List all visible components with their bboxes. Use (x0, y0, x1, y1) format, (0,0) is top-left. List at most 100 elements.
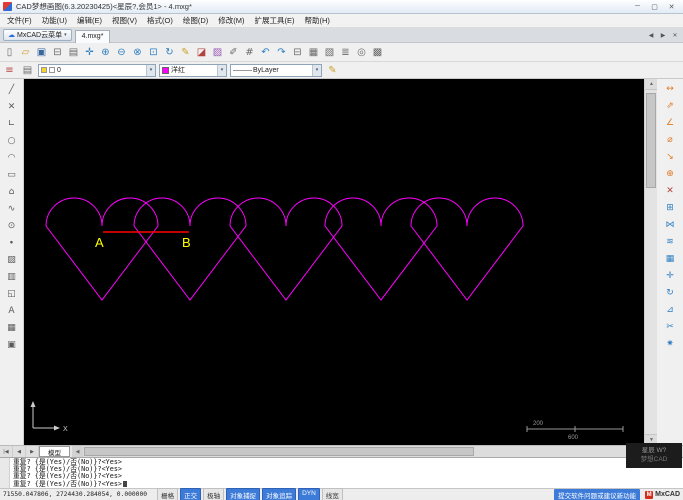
layout-icon[interactable]: ▧ (322, 45, 337, 60)
point-icon[interactable]: ∙ (3, 235, 20, 250)
doc-tab-active[interactable]: 4.mxg* (74, 29, 111, 43)
heart-entity[interactable] (410, 197, 524, 301)
pan-icon[interactable]: ✛ (82, 45, 97, 60)
horizontal-scrollbar[interactable]: ◀ ▶ (72, 446, 681, 457)
tab-close-button[interactable]: ✕ (669, 30, 681, 41)
color-select[interactable]: 洋红 ▾ (159, 63, 227, 77)
cloud-menu-button[interactable]: ☁ MxCAD云菜单 ▾ (3, 29, 72, 41)
grid-pattern-icon[interactable]: ▩ (370, 45, 385, 60)
menu-item[interactable]: 编辑(E) (72, 15, 107, 26)
print-icon[interactable]: ⊟ (290, 45, 305, 60)
line-icon[interactable]: ╱ (3, 82, 20, 97)
menu-item[interactable]: 修改(M) (213, 15, 249, 26)
new-file-icon[interactable]: ▯ (2, 45, 17, 60)
region-icon[interactable]: ◱ (3, 286, 20, 301)
zoom-in-icon[interactable]: ⊕ (98, 45, 113, 60)
edit-pencil-icon[interactable]: ✎ (325, 63, 340, 78)
menu-item[interactable]: 帮助(H) (300, 15, 335, 26)
arc-icon[interactable]: ◠ (3, 150, 20, 165)
color-palette-icon[interactable]: ▨ (210, 45, 225, 60)
status-toggle[interactable]: 对象捕捉 (226, 487, 261, 500)
copy-icon[interactable]: ⊞ (662, 200, 679, 215)
rectangle-icon[interactable]: ▭ (3, 167, 20, 182)
layout-nav-button[interactable]: ◀ (13, 446, 26, 457)
dim-radius-icon[interactable]: ⌀ (662, 132, 679, 147)
tab-model[interactable]: 模型 (39, 446, 70, 457)
layout-nav-button[interactable]: ▶ (26, 446, 39, 457)
erase-icon[interactable]: ◪ (194, 45, 209, 60)
scale-icon[interactable]: ⊿ (662, 302, 679, 317)
format-brush-icon[interactable]: ✐ (226, 45, 241, 60)
command-panel[interactable]: 重复? {是(Yes)/否(No)}?<Yes> 重复? {是(Yes)/否(No… (0, 457, 683, 488)
mirror-icon[interactable]: ⋈ (662, 217, 679, 232)
tab-scroll-left-button[interactable]: ◀ (645, 30, 657, 41)
layer-states-icon[interactable]: ▤ (20, 63, 35, 78)
drawing-svg[interactable]: A B X 200 600 (24, 79, 644, 445)
linetype-select[interactable]: ——— ByLayer ▾ (230, 63, 322, 77)
status-toggle[interactable]: 正交 (180, 487, 202, 500)
table-icon[interactable]: ▦ (306, 45, 321, 60)
trim-icon[interactable]: ✂ (662, 319, 679, 334)
layer-list-icon[interactable]: ≣ (338, 45, 353, 60)
block-insert-icon[interactable]: ▣ (3, 337, 20, 352)
print-preview-icon[interactable]: ▤ (66, 45, 81, 60)
menu-item[interactable]: 功能(U) (37, 15, 72, 26)
minimize-button[interactable]: ─ (629, 1, 646, 13)
measure-icon[interactable]: # (242, 45, 257, 60)
explode-icon[interactable]: ✷ (662, 336, 679, 351)
text-icon[interactable]: A (3, 303, 20, 318)
horizontal-scroll-thumb[interactable] (84, 447, 474, 456)
save-icon[interactable]: ▣ (34, 45, 49, 60)
drawing-area[interactable]: A B X 200 600 (24, 79, 644, 445)
ellipse-icon[interactable]: ⊙ (3, 218, 20, 233)
dim-center-icon[interactable]: ⊕ (662, 166, 679, 181)
menu-item[interactable]: 文件(F) (2, 15, 37, 26)
dim-linear-icon[interactable]: ↔ (662, 81, 679, 96)
gradient-icon[interactable]: ▥ (3, 269, 20, 284)
vertex-label[interactable]: B (182, 235, 191, 250)
undo-icon[interactable]: ↶ (258, 45, 273, 60)
redo-icon[interactable]: ↷ (274, 45, 289, 60)
dim-leader-icon[interactable]: ↘ (662, 149, 679, 164)
menu-item[interactable]: 扩展工具(E) (250, 15, 300, 26)
plot-icon[interactable]: ⊟ (50, 45, 65, 60)
offset-icon[interactable]: ≋ (662, 234, 679, 249)
maximize-button[interactable]: ▢ (646, 1, 663, 13)
polyline-icon[interactable]: ∟ (3, 116, 20, 131)
layer-select[interactable]: 0 ▾ (38, 63, 156, 77)
vertical-scroll-thumb[interactable] (646, 93, 656, 188)
regen-icon[interactable]: ↻ (162, 45, 177, 60)
spline-icon[interactable]: ∿ (3, 201, 20, 216)
dim-aligned-icon[interactable]: ⇗ (662, 98, 679, 113)
heart-entity[interactable] (229, 197, 343, 301)
status-toggle[interactable]: DYN (298, 487, 320, 500)
erase-entity-icon[interactable]: ✕ (662, 183, 679, 198)
osnap-target-icon[interactable]: ◎ (354, 45, 369, 60)
construction-line-icon[interactable]: ✕ (3, 99, 20, 114)
heart-entity[interactable] (324, 197, 438, 301)
pencil-draw-icon[interactable]: ✎ (178, 45, 193, 60)
array-icon[interactable]: ▦ (662, 251, 679, 266)
menu-item[interactable]: 视图(V) (107, 15, 142, 26)
table-draw-icon[interactable]: ▦ (3, 320, 20, 335)
status-toggle[interactable]: 线宽 (321, 487, 343, 500)
zoom-out-icon[interactable]: ⊖ (114, 45, 129, 60)
status-toggle[interactable]: 极轴 (203, 487, 225, 500)
vertical-scrollbar[interactable]: ▲ ▼ (644, 79, 658, 445)
hatch-icon[interactable]: ▨ (3, 252, 20, 267)
zoom-window-icon[interactable]: ⊡ (146, 45, 161, 60)
dim-angular-icon[interactable]: ∠ (662, 115, 679, 130)
tab-scroll-right-button[interactable]: ▶ (657, 30, 669, 41)
move-icon[interactable]: ✛ (662, 268, 679, 283)
status-toggle[interactable]: 栅格 (157, 487, 179, 500)
circle-icon[interactable]: ○ (3, 133, 20, 148)
polygon-icon[interactable]: ⌂ (3, 184, 20, 199)
layer-manager-icon[interactable]: ≡ (2, 63, 17, 78)
rotate-icon[interactable]: ↻ (662, 285, 679, 300)
feedback-button[interactable]: 提交软件问题或建议新功能 (554, 488, 641, 500)
scroll-left-icon[interactable]: ◀ (72, 446, 83, 457)
menu-item[interactable]: 绘图(D) (178, 15, 213, 26)
zoom-extents-icon[interactable]: ⊗ (130, 45, 145, 60)
close-button[interactable]: ✕ (663, 1, 680, 13)
status-toggle[interactable]: 对象追踪 (262, 487, 297, 500)
